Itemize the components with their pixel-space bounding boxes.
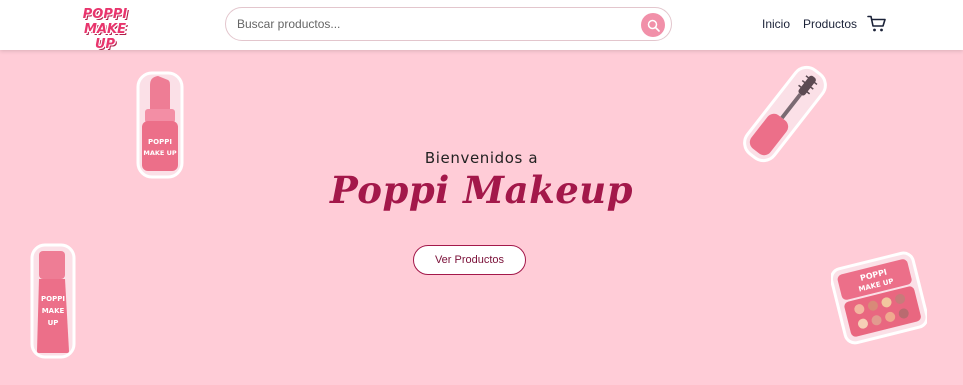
hero-section: POPPI MAKE UP POPPI MAKE UP POPPI MAKE U… (0, 50, 963, 385)
search-button[interactable] (641, 13, 665, 37)
tube-label-2: MAKE (42, 307, 65, 315)
tube-label-3: UP (48, 319, 59, 327)
tube-sticker: POPPI MAKE UP (30, 243, 76, 359)
nav-inicio[interactable]: Inicio (762, 17, 790, 31)
cart-icon[interactable] (867, 15, 887, 33)
tube-label-1: POPPI (41, 295, 65, 303)
ver-productos-button[interactable]: Ver Productos (413, 245, 526, 275)
header: POPPI MAKE UP Inicio Productos (0, 0, 963, 52)
nav-productos[interactable]: Productos (803, 17, 857, 31)
hero-brand-title: Poppi Makeup (329, 168, 634, 212)
search-input[interactable] (237, 8, 637, 40)
brand-logo[interactable]: POPPI MAKE UP (74, 7, 136, 52)
logo-line-1: POPPI (82, 7, 128, 22)
search-icon (647, 19, 660, 32)
search-bar (225, 7, 672, 41)
hero-welcome: Bienvenidos a (424, 149, 539, 167)
logo-line-2: MAKE UP (84, 22, 126, 52)
lipstick-label-1: POPPI (148, 138, 172, 146)
palette-sticker: POPPI MAKE UP (831, 251, 927, 345)
